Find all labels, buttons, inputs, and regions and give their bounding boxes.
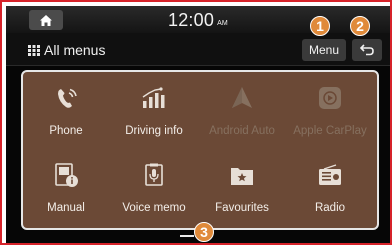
app-label: Favourites [215,202,269,214]
clock-time: 12:00 [168,10,215,30]
back-button[interactable] [352,39,382,61]
app-label: Android Auto [209,125,275,137]
app-label: Phone [49,125,83,137]
manual-icon [55,163,78,187]
app-tile-android-auto[interactable]: Android Auto [199,75,285,151]
favourites-icon [231,168,253,185]
app-tile-phone[interactable]: Phone [23,75,109,151]
app-label: Apple CarPlay [293,125,367,137]
page-title: All menus [44,42,106,58]
android-auto-icon [232,87,252,108]
title-bar: All menus Menu [6,33,390,66]
page-indicator [180,235,194,237]
radio-icon [319,164,341,185]
apple-carplay-icon [319,87,341,109]
app-tile-radio[interactable]: Radio [287,152,373,228]
app-tile-driving-info[interactable]: Driving info [111,75,197,151]
app-tile-voice-memo[interactable]: Voice memo [111,152,197,228]
voice-memo-icon [145,163,163,186]
app-label: Driving info [125,125,183,137]
screenshot-frame: 12:00 AM All menus Menu Phone Driving in… [0,0,392,245]
app-tile-manual[interactable]: Manual [23,152,109,228]
phone-icon [58,88,77,108]
head-unit-screen: 12:00 AM All menus Menu Phone Driving in… [6,6,390,243]
driving-info-icon [142,87,165,108]
callout-marker: 2 [350,16,370,36]
app-label: Radio [314,202,346,214]
app-grid: Phone Driving info Android Auto Apple Ca… [21,70,379,230]
back-arrow-icon [360,44,374,56]
app-tile-favourites[interactable]: Favourites [199,152,285,228]
grid-icon [28,45,40,56]
clock: 12:00 AM [6,10,390,31]
callout-marker: 1 [310,16,330,36]
app-tile-apple-carplay[interactable]: Apple CarPlay [287,75,373,151]
callout-marker: 3 [194,222,214,242]
app-label: Voice memo [122,202,186,214]
status-bar: 12:00 AM [6,6,390,33]
clock-ampm: AM [217,20,228,27]
menu-button[interactable]: Menu [302,39,346,61]
app-label: Manual [47,202,85,214]
